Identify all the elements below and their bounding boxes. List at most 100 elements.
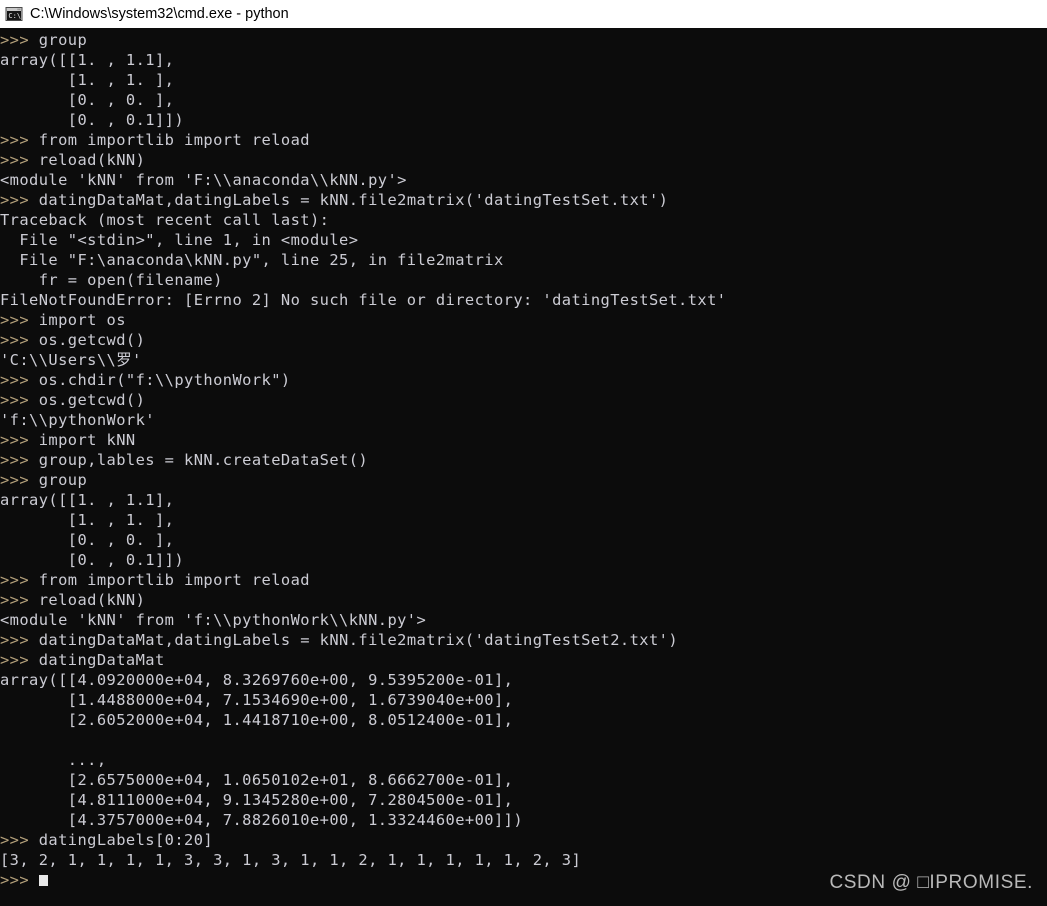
console-line: array([[1. , 1.1], (0, 50, 726, 70)
console-line: File "<stdin>", line 1, in <module> (0, 230, 726, 250)
python-prompt: >>> (0, 371, 39, 389)
console-line: [3, 2, 1, 1, 1, 1, 3, 3, 1, 3, 1, 1, 2, … (0, 850, 726, 870)
console-input-text: group (38, 31, 88, 49)
console-input-text: datingDataMat,datingLabels = kNN.file2ma… (38, 631, 679, 649)
python-prompt: >>> (0, 571, 39, 589)
console-text: >>> group array([[1. , 1.1], [1. , 1. ], … (0, 30, 726, 890)
console-output-area[interactable]: >>> group array([[1. , 1.1], [1. , 1. ], … (0, 28, 1047, 906)
console-line: [2.6052000e+04, 1.4418710e+00, 8.0512400… (0, 710, 726, 730)
console-output-text: [2.6575000e+04, 1.0650102e+01, 8.6662700… (0, 771, 514, 789)
python-prompt: >>> (0, 591, 39, 609)
console-output-text: [1. , 1. ], (0, 511, 175, 529)
python-prompt: >>> (0, 831, 39, 849)
console-line: >>> group (0, 470, 726, 490)
svg-text:C:\: C:\ (8, 12, 21, 20)
window-title: C:\Windows\system32\cmd.exe - python (30, 6, 289, 22)
console-input-text: from importlib import reload (38, 131, 310, 149)
console-input-text: datingDataMat (38, 651, 165, 669)
console-output-text: [1.4488000e+04, 7.1534690e+00, 1.6739040… (0, 691, 514, 709)
console-input-text: from importlib import reload (38, 571, 310, 589)
console-input-text: import kNN (38, 431, 136, 449)
console-output-text: File "F:\anaconda\kNN.py", line 25, in f… (0, 251, 504, 269)
console-line: >>> os.getcwd() (0, 390, 726, 410)
console-line: [0. , 0.1]]) (0, 110, 726, 130)
console-output-text: [2.6052000e+04, 1.4418710e+00, 8.0512400… (0, 711, 514, 729)
console-line: >>> import os (0, 310, 726, 330)
console-line: <module 'kNN' from 'F:\\anaconda\\kNN.py… (0, 170, 726, 190)
console-output-text: <module 'kNN' from 'f:\\pythonWork\\kNN.… (0, 611, 427, 629)
console-output-text: [0. , 0. ], (0, 91, 175, 109)
console-input-text: os.chdir("f:\\pythonWork") (38, 371, 291, 389)
python-prompt: >>> (0, 31, 39, 49)
console-output-text: [1. , 1. ], (0, 71, 175, 89)
csdn-watermark: CSDN @ □IPROMISE. (829, 872, 1033, 893)
console-output-text: ..., (0, 751, 107, 769)
console-output-text: File "<stdin>", line 1, in <module> (0, 231, 359, 249)
console-line: >>> import kNN (0, 430, 726, 450)
console-input-text: import os (38, 311, 126, 329)
python-prompt: >>> (0, 191, 39, 209)
console-line: >>> from importlib import reload (0, 130, 726, 150)
console-line: [1. , 1. ], (0, 510, 726, 530)
console-output-text: fr = open(filename) (0, 271, 223, 289)
console-input-text: reload(kNN) (38, 151, 146, 169)
console-line: >>> reload(kNN) (0, 150, 726, 170)
console-output-text: [4.3757000e+04, 7.8826010e+00, 1.3324460… (0, 811, 524, 829)
console-line: >>> os.chdir("f:\\pythonWork") (0, 370, 726, 390)
console-line: [1.4488000e+04, 7.1534690e+00, 1.6739040… (0, 690, 726, 710)
python-prompt: >>> (0, 311, 39, 329)
console-line: >>> datingDataMat,datingLabels = kNN.fil… (0, 630, 726, 650)
python-prompt: >>> (0, 391, 39, 409)
console-output-text: [0. , 0. ], (0, 531, 175, 549)
console-output-text: FileNotFoundError: [Errno 2] No such fil… (0, 291, 727, 309)
console-line: 'C:\\Users\\罗' (0, 350, 726, 370)
python-prompt: >>> (0, 631, 39, 649)
console-input-text: os.getcwd() (38, 331, 146, 349)
console-output-text: array([[1. , 1.1], (0, 51, 175, 69)
console-line: [1. , 1. ], (0, 70, 726, 90)
console-line: >>> datingLabels[0:20] (0, 830, 726, 850)
console-line: array([[4.0920000e+04, 8.3269760e+00, 9.… (0, 670, 726, 690)
console-line: [4.8111000e+04, 9.1345280e+00, 7.2804500… (0, 790, 726, 810)
console-line: [0. , 0. ], (0, 90, 726, 110)
console-line: >>> reload(kNN) (0, 590, 726, 610)
console-input-text: datingDataMat,datingLabels = kNN.file2ma… (38, 191, 669, 209)
console-input-text: os.getcwd() (38, 391, 146, 409)
console-line: <module 'kNN' from 'f:\\pythonWork\\kNN.… (0, 610, 726, 630)
console-line: [4.3757000e+04, 7.8826010e+00, 1.3324460… (0, 810, 726, 830)
console-line: Traceback (most recent call last): (0, 210, 726, 230)
console-line: >>> datingDataMat,datingLabels = kNN.fil… (0, 190, 726, 210)
console-input-text: group,lables = kNN.createDataSet() (38, 451, 369, 469)
console-line: [0. , 0.1]]) (0, 550, 726, 570)
console-line: fr = open(filename) (0, 270, 726, 290)
python-prompt: >>> (0, 471, 39, 489)
console-input-text: reload(kNN) (38, 591, 146, 609)
console-output-text: [4.8111000e+04, 9.1345280e+00, 7.2804500… (0, 791, 514, 809)
console-output-text: array([[4.0920000e+04, 8.3269760e+00, 9.… (0, 671, 514, 689)
python-prompt: >>> (0, 431, 39, 449)
console-output-text: [0. , 0.1]]) (0, 111, 185, 129)
console-output-text: <module 'kNN' from 'F:\\anaconda\\kNN.py… (0, 171, 407, 189)
console-line: [0. , 0. ], (0, 530, 726, 550)
console-output-text: [0. , 0.1]]) (0, 551, 185, 569)
console-line: File "F:\anaconda\kNN.py", line 25, in f… (0, 250, 726, 270)
console-input-text: datingLabels[0:20] (38, 831, 214, 849)
console-output-text: 'C:\\Users\\罗' (0, 351, 142, 369)
python-prompt: >>> (0, 451, 39, 469)
console-output-text: 'f:\\pythonWork' (0, 411, 155, 429)
python-prompt: >>> (0, 651, 39, 669)
console-output-text: array([[1. , 1.1], (0, 491, 175, 509)
console-output-text: [3, 2, 1, 1, 1, 1, 3, 3, 1, 3, 1, 1, 2, … (0, 851, 582, 869)
window-titlebar: C:\ C:\Windows\system32\cmd.exe - python (0, 0, 1047, 28)
console-line: array([[1. , 1.1], (0, 490, 726, 510)
python-prompt: >>> (0, 331, 39, 349)
python-prompt: >>> (0, 131, 39, 149)
console-line: >>> datingDataMat (0, 650, 726, 670)
console-line: >>> group,lables = kNN.createDataSet() (0, 450, 726, 470)
console-input-text: group (38, 471, 88, 489)
console-line: FileNotFoundError: [Errno 2] No such fil… (0, 290, 726, 310)
console-output-text: Traceback (most recent call last): (0, 211, 330, 229)
console-line: >>> os.getcwd() (0, 330, 726, 350)
console-line: >>> from importlib import reload (0, 570, 726, 590)
